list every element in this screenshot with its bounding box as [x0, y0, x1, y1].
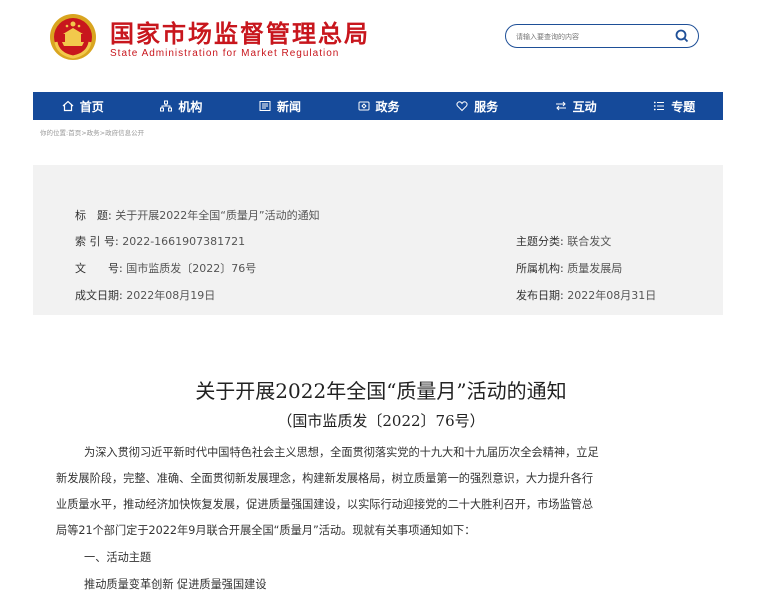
section-text: 推动质量变革创新 促进质量强国建设	[84, 578, 267, 591]
info-published-row: 发布日期: 2022年08月31日	[516, 287, 656, 303]
info-docno-label: 文 号:	[75, 262, 123, 275]
info-index-label: 索 引 号:	[75, 235, 119, 248]
info-published-value: 2022年08月31日	[567, 289, 657, 302]
info-title-row: 标 题: 关于开展2022年全国“质量月”活动的通知	[75, 207, 320, 223]
article-para-line: 新发展阶段，完整、准确、全面贯彻新发展理念，构建新发展格局，树立质量第一的强烈意…	[56, 472, 594, 485]
site-header: 国家市场监督管理总局 State Administration for Mark…	[0, 0, 762, 86]
info-index-row: 索 引 号: 2022-1661907381721	[75, 233, 245, 249]
section-heading: 一、活动主题	[84, 551, 152, 564]
info-docno-value: 国市监质发〔2022〕76号	[126, 262, 257, 275]
info-published-label: 发布日期:	[516, 289, 564, 302]
nav-item-interact[interactable]: 互动	[526, 98, 625, 115]
search-box	[505, 24, 699, 48]
search-icon[interactable]	[674, 28, 690, 44]
info-created-row: 成文日期: 2022年08月19日	[75, 287, 215, 303]
info-created-value: 2022年08月19日	[126, 289, 216, 302]
document-info-box: 标 题: 关于开展2022年全国“质量月”活动的通知 索 引 号: 2022-1…	[33, 165, 723, 315]
info-category-row: 主题分类: 联合发文	[516, 233, 611, 249]
exchange-icon	[554, 99, 568, 113]
nav-label: 首页	[79, 99, 104, 114]
info-org-row: 所属机构: 质量发展局	[516, 260, 622, 276]
national-emblem-icon[interactable]	[48, 12, 98, 62]
breadcrumb-item-disclosure[interactable]: 政府信息公开	[105, 129, 144, 137]
nav-item-service[interactable]: 服务	[427, 98, 526, 115]
main-nav: 首页 机构 新闻 政务 服务 互动 专题	[33, 92, 723, 120]
site-title[interactable]: 国家市场监督管理总局	[110, 14, 370, 49]
org-icon	[159, 99, 173, 113]
breadcrumb-item-home[interactable]: 首页	[68, 129, 81, 137]
nav-label: 服务	[474, 99, 499, 114]
info-category-label: 主题分类:	[516, 235, 564, 248]
home-icon	[61, 99, 75, 113]
nav-item-gov[interactable]: 政务	[329, 98, 428, 115]
nav-label: 机构	[178, 99, 203, 114]
gov-icon	[357, 99, 371, 113]
info-docno-row: 文 号: 国市监质发〔2022〕76号	[75, 260, 256, 276]
search-input[interactable]	[514, 28, 668, 46]
nav-label: 新闻	[276, 99, 301, 114]
article-para-line: 局等21个部门定于2022年9月联合开展全国“质量月”活动。现就有关事项通知如下…	[56, 524, 476, 537]
nav-item-home[interactable]: 首页	[33, 98, 132, 115]
breadcrumb-prefix: 你的位置:	[40, 129, 69, 137]
info-org-label: 所属机构:	[516, 262, 564, 275]
article-title: 关于开展2022年全国“质量月”活动的通知	[195, 379, 567, 403]
article-para-line: 业质量水平，推动经济加快恢复发展，促进质量强国建设，以实际行动迎接党的二十大胜利…	[56, 498, 594, 511]
info-index-value: 2022-1661907381721	[122, 235, 246, 248]
info-category-value: 联合发文	[567, 235, 612, 248]
nav-label: 互动	[572, 99, 597, 114]
article-para-line: 为深入贯彻习近平新时代中国特色社会主义思想，全面贯彻落实党的十九大和十九届历次全…	[84, 446, 599, 459]
info-title-label: 标 题:	[75, 209, 112, 222]
site-subtitle: State Administration for Market Regulati…	[110, 48, 340, 59]
info-title-value: 关于开展2022年全国“质量月”活动的通知	[115, 209, 320, 222]
breadcrumb-item-gov[interactable]: 政务	[87, 129, 100, 137]
info-created-label: 成文日期:	[75, 289, 123, 302]
topic-icon	[652, 99, 666, 113]
breadcrumb: 你的位置:首页>政务>政府信息公开	[40, 127, 144, 137]
nav-label: 政务	[375, 99, 400, 114]
news-icon	[258, 99, 272, 113]
nav-item-org[interactable]: 机构	[132, 98, 231, 115]
nav-label: 专题	[671, 99, 696, 114]
nav-item-topic[interactable]: 专题	[624, 98, 723, 115]
nav-item-news[interactable]: 新闻	[230, 98, 329, 115]
info-org-value: 质量发展局	[567, 262, 623, 275]
article-docno: （国市监质发〔2022〕76号）	[277, 412, 485, 430]
heart-icon	[455, 99, 469, 113]
